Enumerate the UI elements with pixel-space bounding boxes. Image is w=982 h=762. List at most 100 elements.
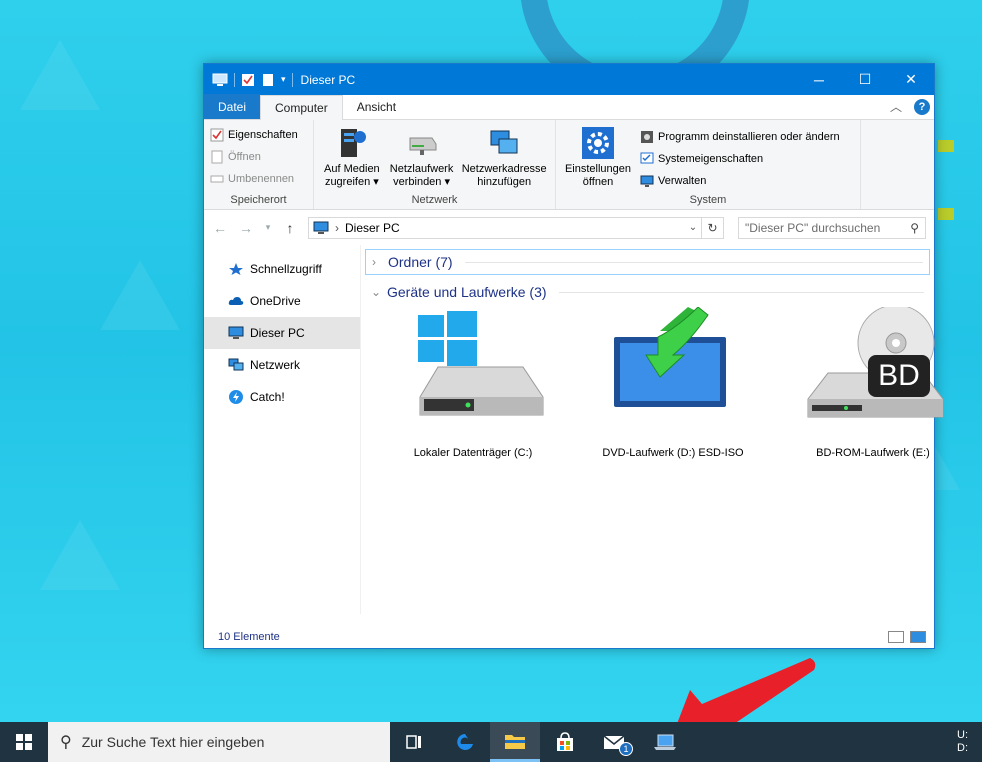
tray-line-2: D: — [957, 742, 968, 754]
system-properties-icon — [640, 152, 654, 164]
nav-label: Schnellzugriff — [250, 262, 322, 276]
star-icon — [229, 263, 243, 275]
breadcrumb-dieser-pc[interactable]: Dieser PC — [345, 221, 400, 235]
properties-icon — [210, 128, 224, 142]
this-pc-taskbar-button[interactable] — [640, 722, 690, 762]
file-explorer-button[interactable] — [490, 722, 540, 762]
content-pane: › Ordner (7) ⌄ Geräte und Laufwerke (3) — [361, 245, 944, 614]
customize-toolbar-icon[interactable]: ▾ — [281, 74, 286, 85]
ribbon-tabs: Datei Computer Ansicht ︿ ? — [204, 94, 934, 120]
ribbon: Eigenschaften Öffnen Umbenennen Speicher… — [204, 120, 934, 210]
drives-list: Lokaler Datenträger (C:) DVD-Laufwerk (D… — [373, 304, 973, 459]
minimize-button[interactable]: ─ — [796, 64, 842, 95]
map-network-drive-button[interactable]: Netzlaufwerk verbinden ▾ — [388, 124, 456, 189]
details-view-icon[interactable] — [888, 631, 904, 643]
nav-item-onedrive[interactable]: OneDrive — [204, 285, 360, 317]
rename-button[interactable]: Umbenennen — [210, 168, 307, 190]
catch-bolt-icon — [229, 390, 243, 404]
system-properties-label: Systemeigenschaften — [658, 153, 764, 165]
nav-label: Catch! — [250, 390, 285, 404]
nav-item-catch[interactable]: Catch! — [204, 381, 360, 413]
window-title: Dieser PC — [300, 72, 356, 87]
section-devices-label: Geräte und Laufwerke (3) — [387, 284, 547, 300]
store-bag-icon — [557, 732, 573, 751]
uninstall-icon — [641, 131, 653, 143]
new-folder-icon[interactable] — [261, 73, 275, 87]
open-label: Öffnen — [228, 151, 261, 163]
section-folders[interactable]: › Ordner (7) — [365, 249, 930, 275]
properties-icon[interactable] — [241, 73, 255, 87]
separator — [234, 72, 235, 87]
address-dropdown-icon[interactable]: ⌄ — [685, 222, 701, 233]
computer-icon — [228, 326, 244, 339]
help-icon[interactable]: ? — [914, 98, 930, 115]
breadcrumb-separator-icon[interactable]: › — [335, 221, 339, 235]
map-drive-label-1: Netzlaufwerk — [389, 163, 454, 175]
address-bar-row: ← → ▾ ↑ › Dieser PC ⌄ ↻ "Dieser PC" durc… — [204, 210, 934, 245]
taskbar-search-placeholder: Zur Suche Text hier eingeben — [81, 734, 265, 750]
forward-arrow-icon[interactable]: → — [238, 220, 254, 236]
close-button[interactable]: ✕ — [888, 64, 934, 95]
nav-item-network[interactable]: Netzwerk — [204, 349, 360, 381]
drive-item-e[interactable]: BD BD-ROM-Laufwerk (E:) — [773, 304, 973, 459]
network-drive-icon — [409, 137, 437, 155]
group-system: Einstellungen öffnen Programm deinstalli… — [556, 120, 861, 209]
maximize-button[interactable]: ☐ — [842, 64, 888, 95]
drive-item-d[interactable]: DVD-Laufwerk (D:) ESD-ISO — [573, 306, 773, 459]
item-count: 10 Elemente — [218, 631, 280, 643]
mail-button[interactable]: 1 — [590, 722, 640, 762]
properties-button[interactable]: Eigenschaften — [210, 124, 307, 146]
nav-label: OneDrive — [250, 294, 301, 308]
windows-logo-icon — [16, 734, 32, 750]
settings-label-2: öffnen — [582, 176, 614, 188]
properties-label: Eigenschaften — [228, 129, 298, 141]
folder-icon — [505, 734, 525, 749]
wallpaper-block — [938, 140, 954, 152]
task-view-button[interactable] — [390, 722, 440, 762]
store-button[interactable] — [540, 722, 590, 762]
back-arrow-icon[interactable]: ← — [212, 220, 228, 236]
refresh-icon[interactable]: ↻ — [702, 216, 724, 239]
access-media-label-1: Auf Medien — [324, 163, 380, 175]
section-divider — [464, 261, 923, 263]
open-button[interactable]: Öffnen — [210, 146, 307, 168]
computer-icon — [212, 73, 228, 86]
large-icons-view-icon[interactable] — [910, 631, 926, 643]
drive-item-c[interactable]: Lokaler Datenträger (C:) — [373, 307, 573, 459]
mail-badge: 1 — [619, 742, 633, 756]
tab-datei[interactable]: Datei — [204, 94, 261, 119]
group-speicherort: Eigenschaften Öffnen Umbenennen Speicher… — [204, 120, 314, 209]
taskbar: ⚲ Zur Suche Text hier eingeben 1 U: D: — [0, 722, 982, 762]
uninstall-program-button[interactable]: Programm deinstallieren oder ändern — [640, 126, 840, 148]
nav-item-quick-access[interactable]: Schnellzugriff — [204, 253, 360, 285]
rename-label: Umbenennen — [228, 173, 295, 185]
add-network-location-button[interactable]: Netzwerkadresse hinzufügen — [459, 124, 549, 189]
drive-label: BD-ROM-Laufwerk (E:) — [816, 447, 930, 459]
separator — [291, 72, 293, 87]
title-bar[interactable]: ▾ Dieser PC ─ ☐ ✕ — [204, 64, 934, 95]
group-label: Speicherort — [230, 194, 287, 206]
search-icon[interactable]: ⚲ — [910, 221, 919, 235]
recent-locations-icon[interactable]: ▾ — [264, 222, 272, 233]
nav-item-this-pc[interactable]: Dieser PC — [204, 317, 360, 349]
access-media-button[interactable]: Auf Medien zugreifen ▾ — [320, 124, 384, 189]
group-label: System — [689, 194, 727, 206]
navigation-pane: Schnellzugriff OneDrive Dieser PC Netzwe… — [204, 245, 361, 614]
address-field[interactable]: › Dieser PC ⌄ — [308, 216, 702, 239]
tab-computer[interactable]: Computer — [260, 95, 343, 120]
up-arrow-icon[interactable]: ↑ — [282, 220, 298, 236]
add-location-label-1: Netzwerkadresse — [461, 163, 547, 175]
start-button[interactable] — [0, 722, 48, 762]
cloud-icon — [228, 297, 244, 305]
tab-ansicht[interactable]: Ansicht — [343, 95, 410, 119]
collapse-ribbon-icon[interactable]: ︿ — [890, 98, 902, 115]
nav-label: Dieser PC — [250, 326, 305, 340]
system-properties-button[interactable]: Systemeigenschaften — [640, 148, 840, 170]
wallpaper-pattern — [20, 40, 100, 110]
search-input[interactable]: "Dieser PC" durchsuchen ⚲ — [738, 216, 926, 239]
taskbar-search[interactable]: ⚲ Zur Suche Text hier eingeben — [48, 722, 390, 762]
section-devices[interactable]: ⌄ Geräte und Laufwerke (3) — [365, 279, 930, 305]
edge-button[interactable] — [440, 722, 490, 762]
drive-label: DVD-Laufwerk (D:) ESD-ISO — [602, 447, 744, 459]
manage-button[interactable]: Verwalten — [640, 170, 840, 192]
